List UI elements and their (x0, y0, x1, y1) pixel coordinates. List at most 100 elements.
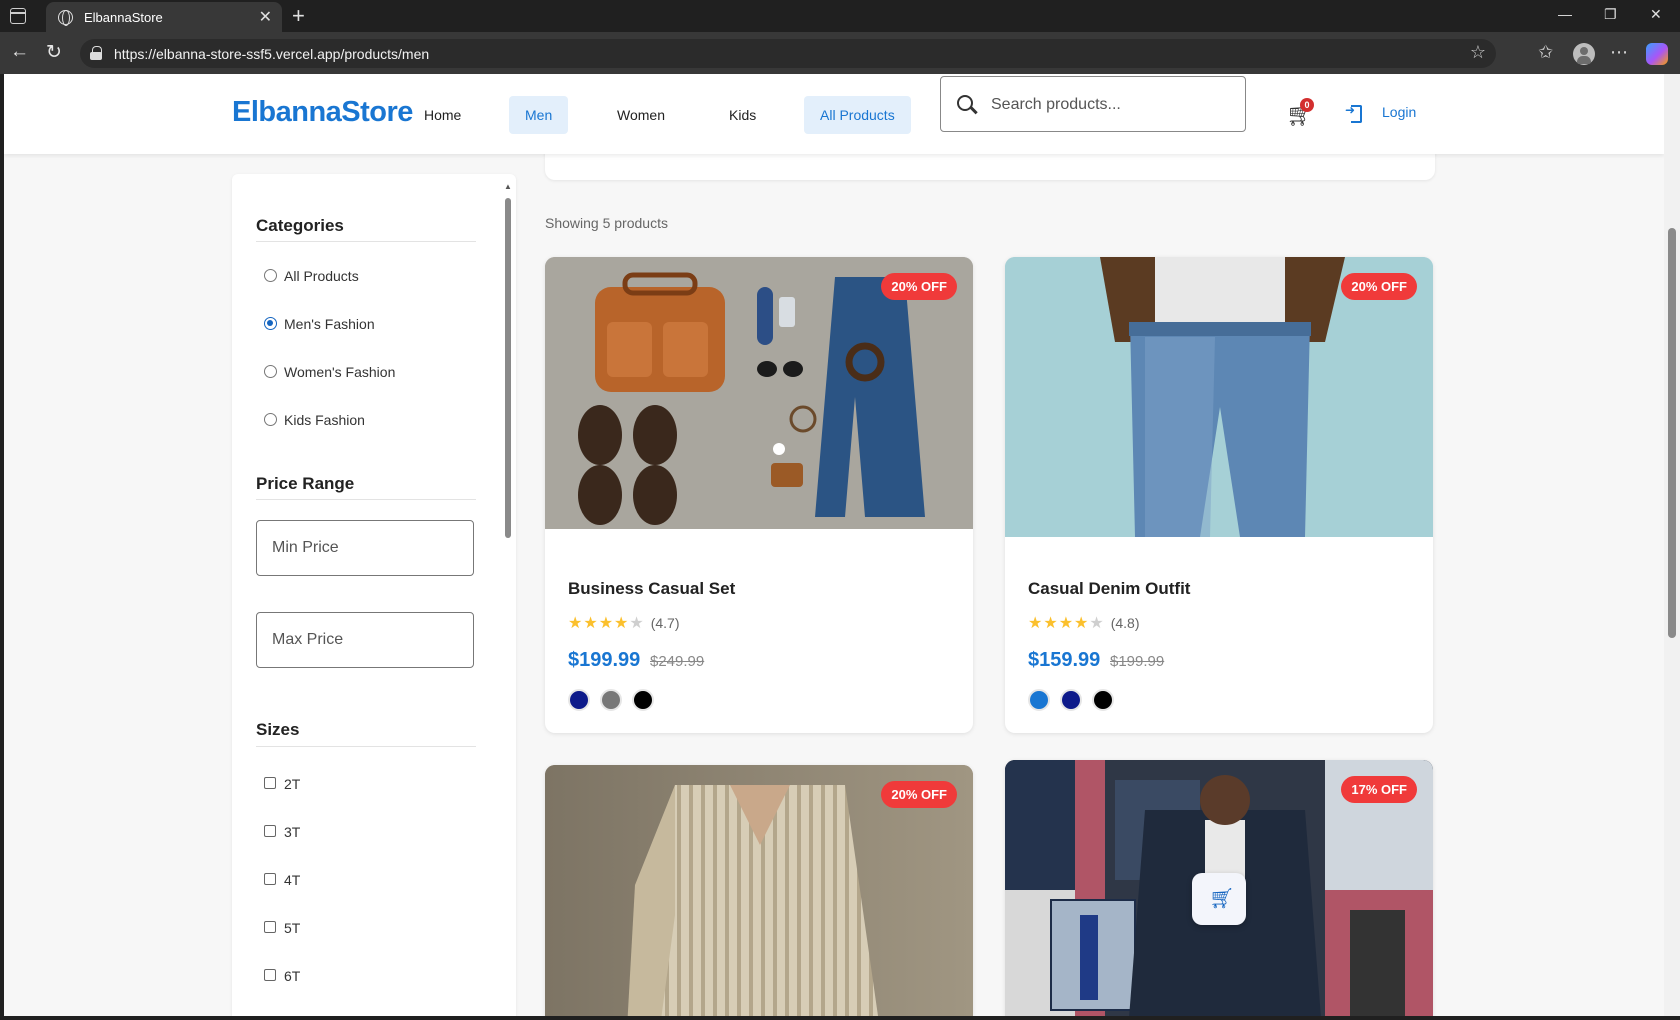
category-label: Men's Fashion (284, 316, 375, 332)
product-price: $199.99 (568, 649, 641, 671)
discount-badge: 20% OFF (1341, 273, 1417, 300)
cart-count-badge: 0 (1300, 98, 1314, 112)
scroll-up-icon[interactable]: ▲ (504, 182, 512, 191)
login-icon (1345, 103, 1362, 123)
globe-icon (58, 10, 73, 26)
favorite-star-icon[interactable]: ☆ (1470, 42, 1486, 63)
star-rating-icon: ★★★★★ (568, 615, 645, 632)
radio-button[interactable] (264, 365, 277, 378)
minimize-icon[interactable]: — (1558, 6, 1572, 22)
color-swatch[interactable] (600, 689, 622, 711)
close-window-icon[interactable]: ✕ (1650, 6, 1662, 23)
discount-badge: 17% OFF (1341, 776, 1417, 803)
browser-tab-bar: ElbannaStore ✕ + — ❐ ✕ (0, 0, 1680, 32)
discount-badge: 20% OFF (881, 273, 957, 300)
color-swatch[interactable] (632, 689, 654, 711)
divider (256, 499, 476, 500)
color-swatch[interactable] (568, 689, 590, 711)
product-image[interactable]: 20% OFF (545, 257, 973, 529)
category-label: Women's Fashion (284, 364, 396, 380)
product-image[interactable]: 20% OFF (545, 765, 973, 1016)
restore-icon[interactable]: ❐ (1604, 6, 1617, 23)
color-swatch[interactable] (1060, 689, 1082, 711)
new-tab-icon[interactable]: + (292, 3, 305, 29)
product-card[interactable]: 17% OFF 🛒︎ (1005, 760, 1433, 1016)
category-label: Kids Fashion (284, 412, 365, 428)
url-field[interactable]: https://elbanna-store-ssf5.vercel.app/pr… (80, 39, 1496, 68)
size-label: 5T (284, 920, 301, 936)
checkbox[interactable] (264, 777, 276, 789)
close-tab-icon[interactable]: ✕ (259, 7, 272, 27)
tab-title: ElbannaStore (84, 10, 163, 25)
product-card[interactable]: 20% OFF Casual Denim Outfit ★★★★★ (4.8) $… (1005, 257, 1433, 733)
scrollbar-thumb[interactable] (1668, 228, 1676, 638)
divider (256, 241, 476, 242)
radio-button[interactable] (264, 269, 277, 282)
search-input[interactable] (991, 91, 1231, 119)
divider (256, 746, 476, 747)
filters-sidebar: Categories All Products Men's Fashion Wo… (232, 174, 516, 1016)
add-to-cart-button[interactable]: 🛒︎ (1192, 873, 1246, 925)
favorites-icon[interactable]: ✩ (1538, 42, 1553, 63)
categories-title: Categories (256, 216, 344, 235)
scrollbar-thumb[interactable] (505, 198, 511, 538)
checkbox[interactable] (264, 873, 276, 885)
size-label: 6T (284, 968, 301, 984)
nav-home[interactable]: Home (408, 96, 477, 134)
url-text: https://elbanna-store-ssf5.vercel.app/pr… (114, 46, 430, 62)
refresh-icon[interactable]: ↻ (46, 41, 62, 64)
nav-men[interactable]: Men (509, 96, 569, 134)
checkbox[interactable] (264, 921, 276, 933)
max-price-input[interactable] (256, 612, 474, 668)
sidebar-scrollbar[interactable]: ▲ (502, 182, 514, 1016)
profile-avatar[interactable] (1573, 43, 1595, 65)
checkbox[interactable] (264, 825, 276, 837)
back-icon[interactable]: ← (10, 41, 29, 63)
min-price-input[interactable] (256, 520, 474, 576)
tab-actions-icon[interactable] (10, 8, 26, 24)
color-swatch[interactable] (1028, 689, 1050, 711)
brand-logo[interactable]: ElbannaStore (232, 96, 413, 129)
size-label: 4T (284, 872, 301, 888)
page-scrollbar[interactable] (1664, 74, 1680, 1016)
add-to-cart-icon: 🛒︎ (1209, 888, 1235, 910)
site-header: ElbannaStore Home Men Women Kids All Pro… (4, 74, 1664, 154)
star-rating-icon: ★★★★★ (1028, 615, 1105, 632)
page-viewport: ElbannaStore Home Men Women Kids All Pro… (4, 74, 1664, 1016)
product-price: $159.99 (1028, 649, 1101, 671)
product-old-price: $199.99 (1110, 653, 1165, 670)
size-label: 3T (284, 824, 301, 840)
cart-button[interactable]: 🛒︎ 0 (1286, 98, 1314, 127)
product-image[interactable]: 17% OFF 🛒︎ (1005, 760, 1433, 1016)
category-label: All Products (284, 268, 359, 284)
product-rating: ★★★★★ (4.8) (1028, 613, 1140, 633)
search-icon (957, 95, 973, 111)
product-old-price: $249.99 (650, 653, 705, 670)
radio-button[interactable] (264, 317, 277, 330)
radio-button[interactable] (264, 413, 277, 426)
discount-badge: 20% OFF (881, 781, 957, 808)
price-range-title: Price Range (256, 474, 355, 493)
size-label: 2T (284, 776, 301, 792)
search-box (940, 76, 1246, 132)
more-options-icon[interactable]: ⋯ (1610, 42, 1628, 63)
product-card[interactable]: 20% OFF Business Casual Set ★★★★★ (4.7) $… (545, 257, 973, 733)
sizes-title: Sizes (256, 720, 300, 739)
product-card[interactable]: 20% OFF (545, 765, 973, 1016)
nav-women[interactable]: Women (601, 96, 681, 134)
product-title[interactable]: Business Casual Set (568, 579, 735, 599)
lock-icon (90, 46, 102, 60)
rating-value: (4.8) (1110, 615, 1140, 631)
results-count: Showing 5 products (545, 215, 668, 231)
login-label: Login (1382, 104, 1417, 120)
checkbox[interactable] (264, 969, 276, 981)
product-title[interactable]: Casual Denim Outfit (1028, 579, 1190, 599)
browser-tab[interactable]: ElbannaStore ✕ (46, 2, 282, 32)
product-rating: ★★★★★ (4.7) (568, 613, 680, 633)
address-bar: ← ↻ https://elbanna-store-ssf5.vercel.ap… (0, 32, 1680, 74)
nav-all-products[interactable]: All Products (804, 96, 911, 134)
product-image[interactable]: 20% OFF (1005, 257, 1433, 537)
color-swatch[interactable] (1092, 689, 1114, 711)
copilot-icon[interactable] (1646, 43, 1668, 65)
nav-kids[interactable]: Kids (713, 96, 772, 134)
